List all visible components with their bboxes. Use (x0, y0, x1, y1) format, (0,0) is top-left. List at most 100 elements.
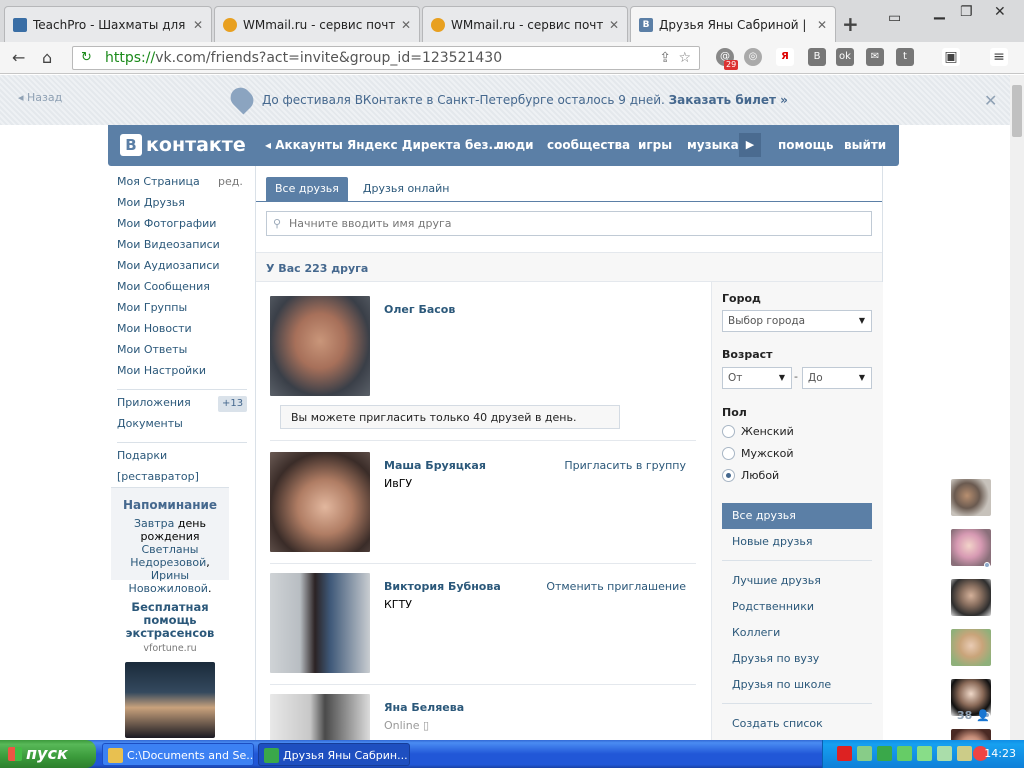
back-link[interactable]: ◂ Назад (18, 91, 62, 104)
share-icon[interactable]: ⇪ (659, 47, 671, 69)
filter-relatives[interactable]: Родственники (722, 594, 872, 620)
radio-circle-selected[interactable] (722, 469, 735, 482)
header-link-help[interactable]: помощь (778, 138, 833, 152)
create-list-link[interactable]: Создать список (722, 711, 872, 737)
friend-birthday-link[interactable]: Ирины Новожиловой (129, 569, 208, 595)
maximize-icon[interactable]: ❐ (960, 4, 973, 20)
friend-name-link[interactable]: Маша Бруяцкая (384, 459, 486, 472)
tray-app-icon[interactable] (837, 746, 852, 761)
online-friend-avatar[interactable] (951, 479, 991, 516)
tab-list-icon[interactable]: ▭ (888, 10, 901, 26)
sidebar-ad[interactable]: Бесплатная помощь экстрасенсов vfortune.… (111, 593, 229, 738)
browser-tab[interactable]: TeachPro - Шахматы для детей ✕ (4, 6, 212, 42)
filter-colleagues[interactable]: Коллеги (722, 620, 872, 646)
radio-circle[interactable] (722, 425, 735, 438)
filter-all-friends[interactable]: Все друзья (722, 503, 872, 529)
sex-radio-male[interactable]: Мужской (722, 447, 793, 460)
system-clock[interactable]: 14:23 (984, 740, 1016, 768)
close-promo-icon[interactable]: ✕ (984, 91, 997, 110)
sidebar-item-messages[interactable]: Мои Сообщения (117, 280, 247, 301)
sidebar-item-apps[interactable]: Приложения +13 (117, 396, 248, 417)
sex-radio-any[interactable]: Любой (722, 469, 779, 482)
sidebar-item-photos[interactable]: Мои Фотографии (117, 217, 247, 238)
tray-app-icon[interactable] (857, 746, 872, 761)
friend-name-link[interactable]: Виктория Бубнова (384, 580, 501, 593)
odnoklassniki-extension-icon[interactable]: ok (836, 48, 854, 66)
chat-extension-icon[interactable]: ▣ (942, 48, 960, 66)
header-link-communities[interactable]: сообщества (547, 138, 630, 152)
network-icon[interactable] (957, 746, 972, 761)
order-ticket-link[interactable]: Заказать билет » (669, 93, 788, 107)
page-scrollbar[interactable] (1010, 75, 1024, 740)
friend-avatar[interactable] (270, 694, 370, 740)
refresh-icon[interactable]: ↻ (81, 47, 92, 69)
sidebar-item-friends[interactable]: Мои Друзья (117, 196, 247, 217)
vk-logo[interactable]: Вконтакте (120, 134, 246, 156)
sidebar-item-settings[interactable]: Мои Настройки (117, 364, 247, 385)
close-tab-icon[interactable]: ✕ (817, 18, 827, 32)
browser-tab[interactable]: WMmail.ru - сервис почтовых ✕ (214, 6, 420, 42)
header-link-direct[interactable]: ◂ Аккаунты Яндекс Директа без... (265, 138, 502, 152)
header-link-logout[interactable]: выйти (844, 138, 886, 152)
online-friend-avatar[interactable] (951, 529, 991, 566)
sidebar-item-audio[interactable]: Мои Аудиозаписи (117, 259, 247, 280)
filter-university-friends[interactable]: Друзья по вузу (722, 646, 872, 672)
filter-school-friends[interactable]: Друзья по школе (722, 672, 872, 698)
close-tab-icon[interactable]: ✕ (609, 18, 619, 32)
online-friend-avatar[interactable] (951, 629, 991, 666)
taskbar-item-browser[interactable]: Друзья Яны Сабрин... (258, 743, 410, 766)
online-friend-avatar[interactable] (951, 729, 991, 740)
friend-avatar[interactable] (270, 452, 370, 552)
ad-image[interactable] (125, 662, 215, 738)
tray-app-icon[interactable] (877, 746, 892, 761)
friend-birthday-link[interactable]: Светланы Недорезовой (130, 543, 206, 569)
tray-app-icon[interactable] (897, 746, 912, 761)
globe-extension-icon[interactable]: ◎ (744, 48, 762, 66)
sidebar-item-answers[interactable]: Мои Ответы (117, 343, 247, 364)
new-tab-button[interactable]: + (842, 12, 859, 36)
age-from-select[interactable]: От ▼ (722, 367, 792, 389)
vk-extension-icon[interactable]: В (808, 48, 826, 66)
friend-avatar[interactable] (270, 573, 370, 673)
sidebar-item-videos[interactable]: Мои Видеозаписи (117, 238, 247, 259)
ad-title[interactable]: Бесплатная помощь экстрасенсов (111, 601, 229, 640)
filter-best-friends[interactable]: Лучшие друзья (722, 568, 872, 594)
menu-icon[interactable]: ≡ (990, 48, 1008, 66)
home-icon[interactable]: ⌂ (42, 48, 52, 67)
sidebar-item-documents[interactable]: Документы (117, 417, 247, 438)
yandex-extension-icon[interactable]: Я (776, 48, 794, 66)
taskbar-item-explorer[interactable]: C:\Documents and Se... (102, 743, 254, 766)
back-arrow-icon[interactable]: ← (12, 48, 25, 67)
twitter-extension-icon[interactable]: t (896, 48, 914, 66)
friend-search-input[interactable]: ⚲ Начните вводить имя друга (266, 211, 872, 236)
radio-circle[interactable] (722, 447, 735, 460)
sex-radio-female[interactable]: Женский (722, 425, 794, 438)
tray-app-icon[interactable] (917, 746, 932, 761)
invite-to-group-link[interactable]: Пригласить в группу (564, 459, 686, 472)
sidebar-item-my-page[interactable]: Моя Страница ред. (117, 175, 247, 196)
tomorrow-link[interactable]: Завтра (134, 517, 174, 530)
tab-friends-online[interactable]: Друзья онлайн (354, 177, 459, 201)
scrollbar-thumb[interactable] (1012, 85, 1022, 137)
bookmark-star-icon[interactable]: ☆ (678, 47, 691, 69)
start-button[interactable]: пуск (0, 740, 96, 768)
minimize-icon[interactable]: ▁ (934, 4, 945, 20)
close-window-icon[interactable]: ✕ (994, 4, 1006, 20)
header-more-arrow-icon[interactable]: ▶ (739, 133, 761, 157)
mail-ru-extension-icon[interactable]: ✉ (866, 48, 884, 66)
address-bar[interactable]: ↻ https://vk.com/friends?act=invite&grou… (72, 46, 700, 70)
online-friend-avatar[interactable] (951, 579, 991, 616)
close-tab-icon[interactable]: ✕ (193, 18, 203, 32)
header-link-games[interactable]: игры (638, 138, 672, 152)
header-link-people[interactable]: люди (495, 138, 534, 152)
close-tab-icon[interactable]: ✕ (401, 18, 411, 32)
city-select[interactable]: Выбор города ▼ (722, 310, 872, 332)
friend-avatar[interactable] (270, 296, 370, 396)
sidebar-item-gifts[interactable]: Подарки (117, 449, 247, 470)
tab-all-friends[interactable]: Все друзья (266, 177, 348, 201)
sidebar-item-news[interactable]: Мои Новости (117, 322, 247, 343)
tray-app-icon[interactable] (937, 746, 952, 761)
header-link-music[interactable]: музыка (687, 138, 739, 152)
age-to-select[interactable]: До ▼ (802, 367, 872, 389)
online-count[interactable]: 38 👤 (957, 709, 990, 722)
